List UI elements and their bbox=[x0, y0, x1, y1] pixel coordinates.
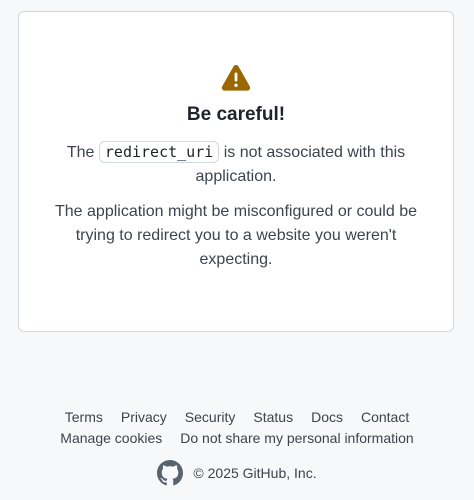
github-mark-icon[interactable] bbox=[157, 460, 184, 486]
footer-links-row-2: Manage cookies Do not share my personal … bbox=[0, 428, 474, 449]
message-text-before: The bbox=[66, 144, 95, 161]
footer-link-docs[interactable]: Docs bbox=[311, 407, 343, 428]
redirect-uri-code: redirect_uri bbox=[98, 141, 220, 163]
error-card: Be careful! The redirect_uri is not asso… bbox=[18, 11, 454, 332]
alert-icon bbox=[221, 65, 251, 91]
footer-link-security[interactable]: Security bbox=[185, 407, 236, 428]
copyright-bar: © 2025 GitHub, Inc. bbox=[0, 460, 474, 486]
footer-link-contact[interactable]: Contact bbox=[361, 407, 409, 428]
copyright-text: © 2025 GitHub, Inc. bbox=[193, 465, 317, 481]
misconfiguration-message: The application might be misconfigured o… bbox=[55, 203, 417, 268]
redirect-uri-message: The redirect_uri is not associated with … bbox=[49, 140, 423, 189]
message-text-after: is not associated with this application. bbox=[195, 144, 406, 185]
footer-links-row-1: Terms Privacy Security Status Docs Conta… bbox=[0, 407, 474, 428]
footer-link-terms[interactable]: Terms bbox=[65, 407, 103, 428]
footer-link-privacy[interactable]: Privacy bbox=[121, 407, 167, 428]
footer: Terms Privacy Security Status Docs Conta… bbox=[0, 407, 474, 449]
footer-link-status[interactable]: Status bbox=[253, 407, 293, 428]
footer-link-manage-cookies[interactable]: Manage cookies bbox=[60, 428, 162, 449]
footer-link-do-not-share[interactable]: Do not share my personal information bbox=[180, 428, 413, 449]
page-title: Be careful! bbox=[186, 104, 286, 125]
